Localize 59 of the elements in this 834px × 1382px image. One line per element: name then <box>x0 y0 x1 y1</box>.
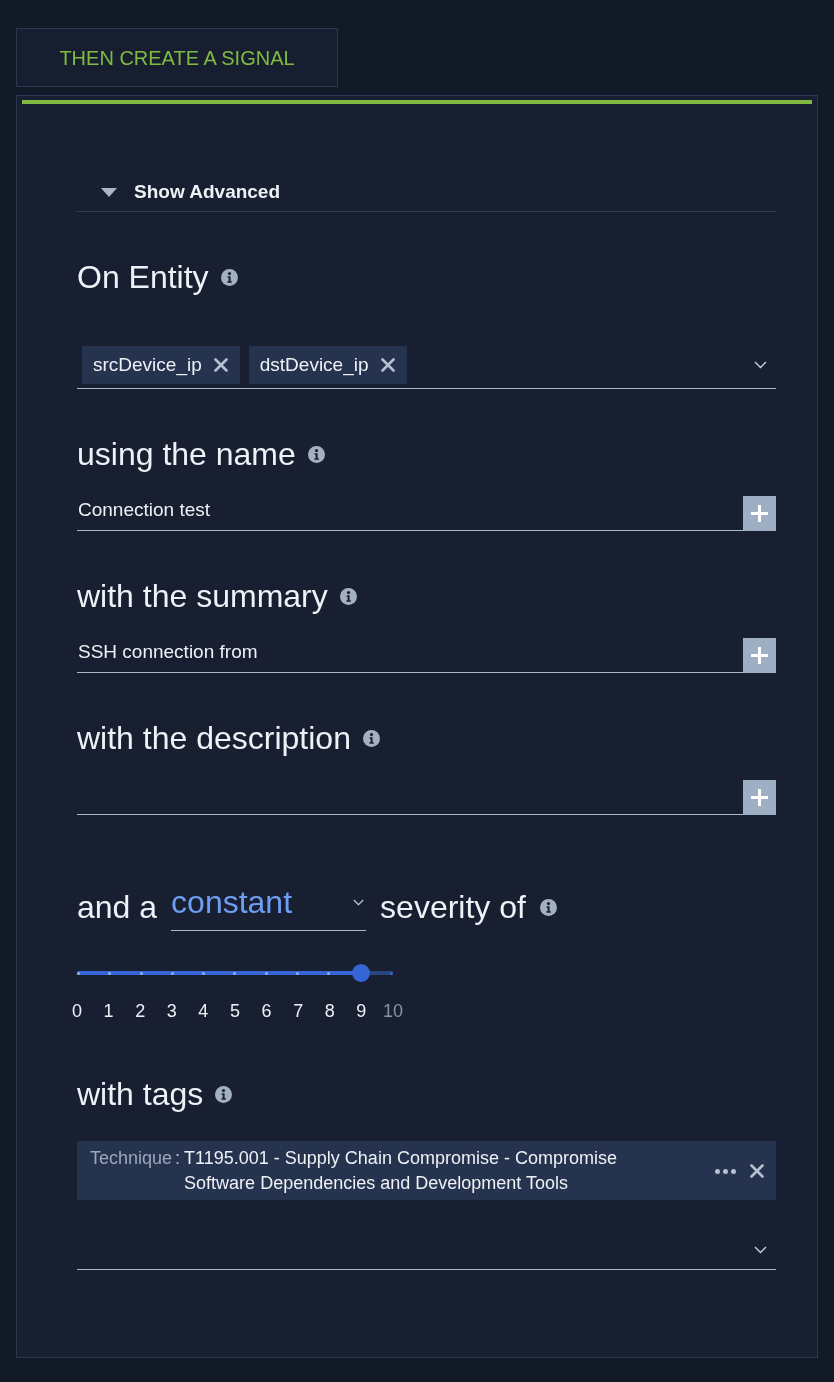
tick-dot-icon <box>327 971 331 975</box>
info-icon[interactable] <box>339 587 357 605</box>
tick-dot-icon <box>389 971 393 975</box>
section-heading: On Entity <box>77 258 209 296</box>
text-input[interactable]: SSH connection from <box>77 637 743 673</box>
section-heading: using the name <box>77 435 296 473</box>
section-heading: with the summary <box>77 577 328 615</box>
tick-label: 8 <box>323 1000 336 1022</box>
plus-icon <box>751 505 768 522</box>
show-advanced-toggle[interactable]: Show Advanced <box>77 174 281 211</box>
text-input[interactable]: Connection test <box>77 495 743 531</box>
entity-select-field[interactable]: srcDevice_ip dstDevice_ip <box>77 342 776 389</box>
tick-label: 6 <box>260 1000 273 1022</box>
tick-label: 1 <box>102 1000 115 1022</box>
chevron-down-icon[interactable] <box>754 1246 767 1254</box>
tick-dot-icon <box>77 971 80 975</box>
entity-chip[interactable]: srcDevice_ip <box>82 346 240 384</box>
severity-suffix-text: severity of <box>380 888 526 926</box>
tag-key-text: Technique <box>90 1147 173 1170</box>
severity-prefix-text: and a <box>77 888 158 926</box>
chevron-down-icon[interactable] <box>353 898 365 906</box>
info-icon[interactable] <box>307 445 325 463</box>
severity-mode-select[interactable]: constant <box>171 883 367 931</box>
info-icon[interactable] <box>362 729 380 747</box>
caret-down-icon <box>101 188 117 197</box>
tick-label: 3 <box>165 1000 178 1022</box>
tick-label: 5 <box>228 1000 241 1022</box>
plus-icon <box>751 647 768 664</box>
tick-dot-icon <box>170 971 174 975</box>
section-heading: with the description <box>77 719 351 757</box>
section-heading: with tags <box>77 1075 204 1113</box>
tick-label: 10 <box>381 1000 404 1022</box>
info-icon[interactable] <box>215 1085 233 1103</box>
tick-dot-icon <box>139 971 143 975</box>
tick-label: 7 <box>292 1000 305 1022</box>
tick-dot-icon <box>296 971 300 975</box>
tick-label: 0 <box>71 1000 83 1022</box>
remove-icon[interactable] <box>213 358 228 372</box>
tick-dot-icon <box>264 971 268 975</box>
tick-dot-icon <box>202 971 206 975</box>
slider-thumb[interactable] <box>352 964 371 982</box>
info-icon[interactable] <box>220 268 238 286</box>
tag-separator-text: : <box>175 1147 181 1170</box>
chevron-down-icon[interactable] <box>754 361 767 369</box>
entity-chip[interactable]: dstDevice_ip <box>248 346 407 384</box>
more-icon[interactable] <box>715 1168 736 1174</box>
severity-slider-track[interactable] <box>77 964 393 982</box>
tick-label: 2 <box>134 1000 147 1022</box>
remove-icon[interactable] <box>750 1164 764 1178</box>
tick-dot-icon <box>108 971 112 975</box>
tag-chip[interactable]: Technique : T1195.001 - Supply Chain Compromise - Compromise Software Dependencies and Development Tools <box>77 1141 776 1200</box>
tag-value-text: T1195.001 - Supply Chain Compromise - Compromise Software Dependencies and Development Tools <box>184 1147 618 1195</box>
tick-label: 9 <box>355 1000 368 1022</box>
plus-icon <box>751 789 768 806</box>
remove-icon[interactable] <box>380 358 395 372</box>
info-icon[interactable] <box>539 898 557 916</box>
tick-dot-icon <box>233 971 237 975</box>
tab-button[interactable]: THEN CREATE A SIGNAL <box>16 28 338 87</box>
tick-label: 4 <box>197 1000 210 1022</box>
